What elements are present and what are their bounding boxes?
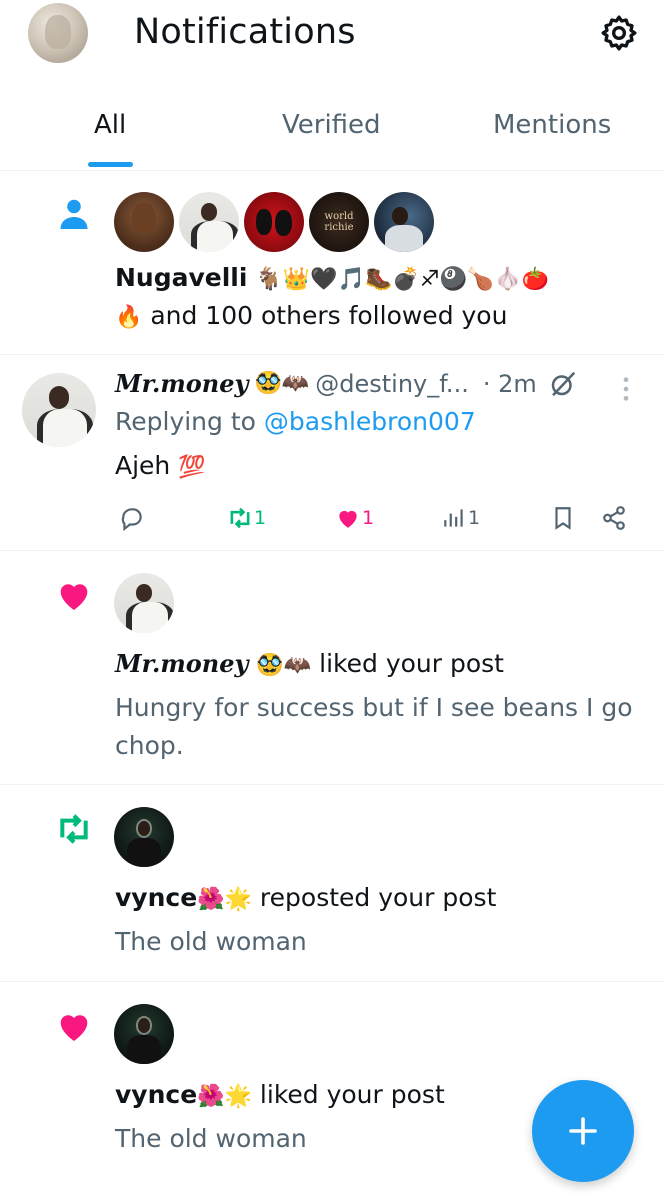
user-name[interactable]: vynce — [115, 1080, 197, 1109]
plus-icon — [569, 1117, 597, 1145]
follower-avatar[interactable] — [244, 192, 304, 252]
post-preview: Hungry for success but if I see beans I … — [115, 693, 633, 760]
post-header: Mr.money 🥸🦇 @destiny_f... · 2m — [115, 369, 537, 398]
hundred-emoji: 💯 — [178, 455, 206, 480]
post-body: Ajeh 💯 — [115, 451, 206, 480]
top-bar: Notifications — [0, 0, 664, 70]
follower-avatar[interactable] — [114, 192, 174, 252]
heart-icon — [54, 575, 94, 615]
heart-icon — [334, 504, 362, 532]
follow-text-line-1: Nugavelli 🐐👑🖤🎵🥾💣♐🎱🍗🧄🍅 — [115, 260, 549, 298]
author-avatar[interactable] — [22, 373, 96, 447]
name-emojis: 🐐👑🖤🎵🥾💣♐🎱🍗🧄🍅 — [255, 267, 550, 292]
like-count: 1 — [362, 507, 375, 529]
author-handle[interactable]: @destiny_f... — [315, 370, 469, 398]
user-avatar[interactable] — [114, 807, 174, 867]
tab-bar: All Verified Mentions — [0, 100, 664, 171]
repost-notification-title: vynce🌺🌟 reposted your post — [115, 880, 496, 918]
profile-avatar[interactable] — [28, 3, 88, 63]
gear-icon — [601, 15, 637, 51]
settings-button[interactable] — [598, 12, 640, 54]
user-avatar[interactable] — [114, 1004, 174, 1064]
reply-icon — [118, 504, 146, 532]
share-button[interactable] — [600, 504, 628, 532]
like-notification-title: Mr.money 🥸🦇 liked your post — [115, 646, 504, 684]
bookmark-button[interactable] — [549, 504, 577, 532]
author-name[interactable]: Mr.money — [115, 369, 248, 398]
notification-action: liked your post — [319, 649, 504, 678]
notification-action: liked your post — [259, 1080, 445, 1109]
replying-to-handle[interactable]: @bashlebron007 — [264, 407, 476, 436]
tab-all[interactable]: All — [94, 110, 126, 140]
post-time: · 2m — [482, 369, 537, 398]
views-chart-icon — [440, 504, 468, 532]
follower-avatar[interactable]: world richie — [309, 192, 369, 252]
notification-action: reposted your post — [259, 883, 497, 912]
user-name[interactable]: vynce — [115, 883, 197, 912]
follow-notification[interactable]: world richie Nugavelli 🐐👑🖤🎵🥾💣♐🎱🍗🧄🍅 🔥 and… — [0, 172, 664, 355]
follower-avatar[interactable] — [374, 192, 434, 252]
post-body-text: Ajeh — [115, 451, 171, 480]
post-preview: The old woman — [115, 927, 307, 956]
reply-button[interactable] — [118, 504, 146, 532]
follow-text-line-2: 🔥 and 100 others followed you — [115, 298, 507, 336]
compose-button[interactable] — [532, 1080, 634, 1182]
page-title: Notifications — [134, 12, 356, 52]
user-name[interactable]: Mr.money — [115, 649, 248, 678]
repost-notification[interactable]: vynce🌺🌟 reposted your post The old woman — [0, 785, 664, 982]
replying-to-line: Replying to @bashlebron007 — [115, 407, 476, 436]
name-emojis: 🥸🦇 — [256, 653, 312, 678]
repost-icon — [226, 504, 254, 532]
fire-emoji: 🔥 — [115, 305, 143, 330]
tab-mentions[interactable]: Mentions — [493, 110, 611, 140]
like-notification-title: vynce🌺🌟 liked your post — [115, 1077, 445, 1115]
name-emojis: 🌺🌟 — [197, 1084, 252, 1109]
views-count: 1 — [468, 507, 481, 529]
avatar-logo-text: world richie — [324, 211, 354, 233]
follow-summary: and 100 others followed you — [150, 301, 508, 330]
user-avatar[interactable] — [114, 573, 174, 633]
follower-avatar[interactable] — [179, 192, 239, 252]
views-button[interactable]: 1 — [440, 504, 480, 532]
replying-to-label: Replying to — [115, 407, 256, 436]
name-emojis: 🥸🦇 — [254, 371, 310, 396]
follower-name[interactable]: Nugavelli — [115, 263, 247, 292]
tab-verified[interactable]: Verified — [282, 110, 381, 140]
share-icon — [600, 504, 628, 532]
like-button[interactable]: 1 — [334, 504, 374, 532]
more-options-icon[interactable] — [614, 375, 638, 407]
repost-count: 1 — [254, 507, 267, 529]
name-emojis: 🌺🌟 — [197, 887, 252, 912]
repost-icon — [54, 809, 94, 849]
bookmark-icon — [549, 504, 577, 532]
grok-icon[interactable] — [548, 369, 578, 403]
active-tab-indicator — [88, 162, 133, 167]
like-notification[interactable]: Mr.money 🥸🦇 liked your post Hungry for s… — [0, 551, 664, 785]
person-icon — [54, 194, 94, 234]
heart-icon — [54, 1006, 94, 1046]
repost-button[interactable]: 1 — [226, 504, 266, 532]
